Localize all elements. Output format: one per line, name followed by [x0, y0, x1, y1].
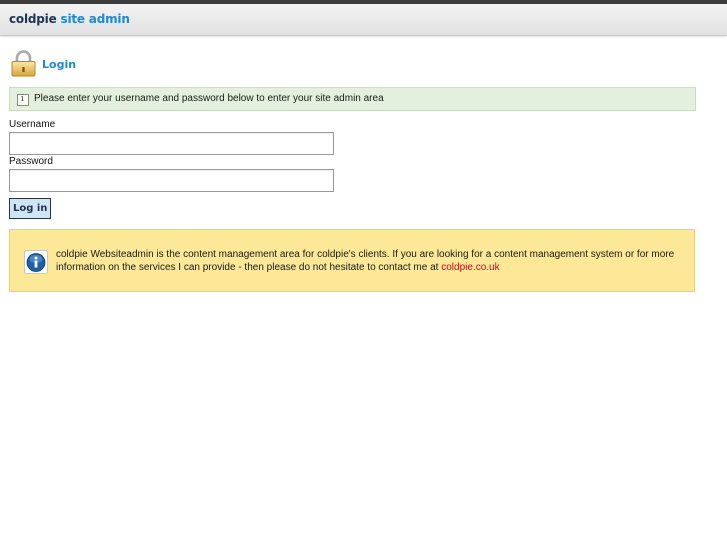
info-text: coldpie Websiteadmin is the content mana… [56, 248, 681, 274]
information-badge-icon [24, 250, 48, 274]
site-brand[interactable]: coldpie site admin [9, 12, 130, 26]
info-box: coldpie Websiteadmin is the content mana… [9, 229, 695, 292]
info-message: coldpie Websiteadmin is the content mana… [56, 249, 675, 273]
info-icon [17, 94, 29, 106]
password-label: Password [9, 156, 53, 167]
username-label: Username [9, 119, 56, 130]
notice-text: Please enter your username and password … [34, 93, 384, 104]
brand-secondary: site admin [60, 12, 130, 26]
password-field[interactable] [9, 169, 334, 192]
username-field[interactable] [9, 132, 334, 155]
contact-link[interactable]: coldpie.co.uk [441, 262, 499, 273]
login-button[interactable]: Log in [9, 198, 52, 219]
instruction-notice: Please enter your username and password … [9, 87, 696, 111]
page-title: Login [42, 58, 77, 71]
padlock-icon [11, 50, 36, 77]
brand-primary: coldpie [9, 12, 57, 26]
site-header: coldpie site admin [0, 4, 727, 36]
